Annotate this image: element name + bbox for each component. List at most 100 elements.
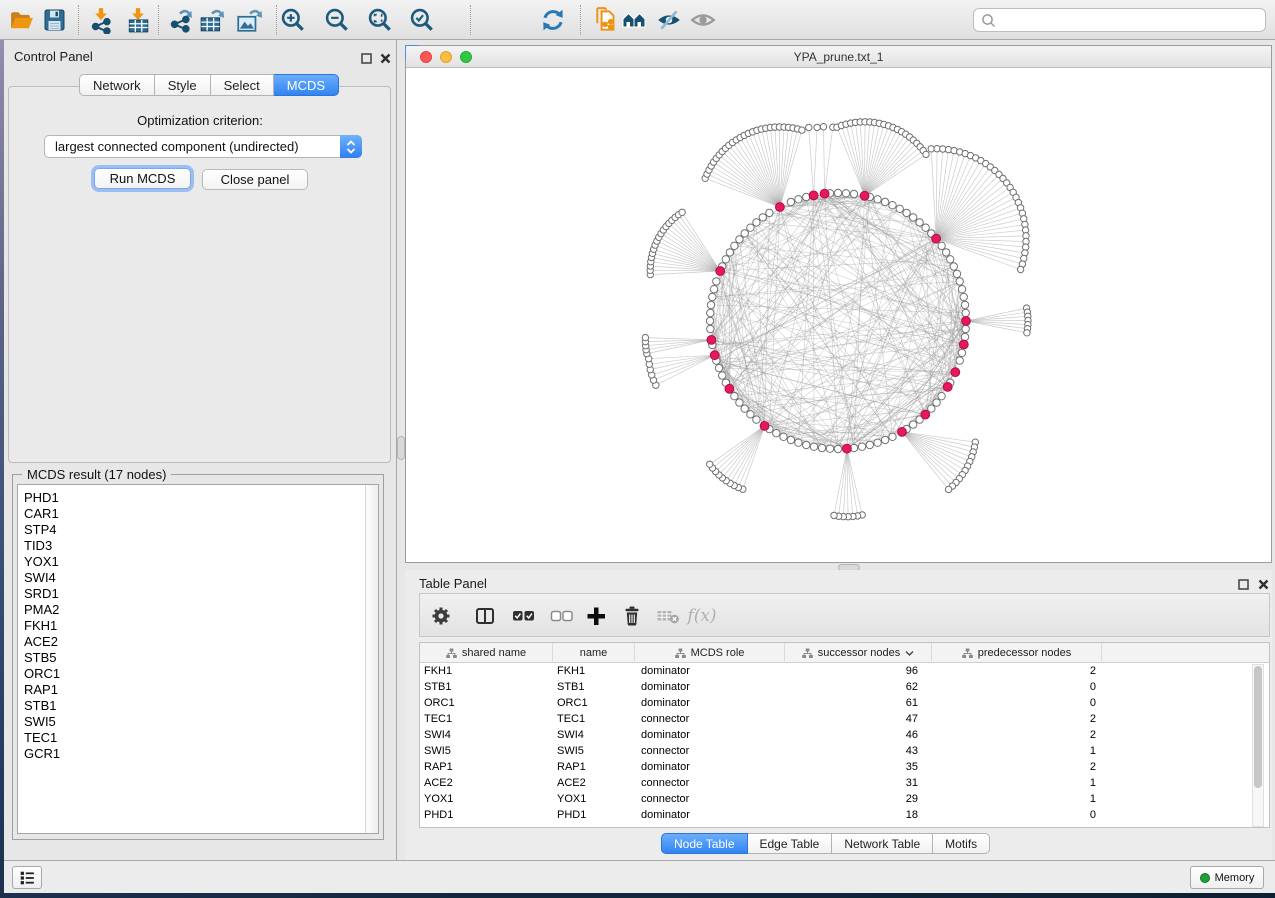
open-session-button[interactable] xyxy=(4,4,38,36)
import-network-button[interactable] xyxy=(84,4,118,36)
mcds-node-item[interactable]: TEC1 xyxy=(24,730,378,746)
create-column-button[interactable] xyxy=(583,604,609,628)
mcds-list-scrollbar[interactable] xyxy=(365,485,378,833)
tab-edge-table[interactable]: Edge Table xyxy=(748,833,833,854)
column-header-successor-nodes[interactable]: successor nodes xyxy=(785,643,932,663)
first-neighbors-button[interactable] xyxy=(619,4,653,36)
zoom-selected-button[interactable] xyxy=(405,4,439,36)
mcds-node-item[interactable]: STB1 xyxy=(24,698,378,714)
network-window-titlebar[interactable]: YPA_prune.txt_1 xyxy=(406,46,1271,68)
memory-button[interactable]: Memory xyxy=(1190,866,1264,889)
tab-style[interactable]: Style xyxy=(155,74,211,96)
table-row[interactable]: RAP1RAP1dominator352 xyxy=(420,759,1269,775)
tab-mcds[interactable]: MCDS xyxy=(274,74,339,96)
table-row[interactable]: SWI5SWI5connector431 xyxy=(420,743,1269,759)
mcds-hub-node[interactable] xyxy=(932,234,941,243)
table-row[interactable]: SWI4SWI4dominator462 xyxy=(420,727,1269,743)
cell-successor-nodes: 35 xyxy=(785,759,932,775)
mcds-node-item[interactable]: STP4 xyxy=(24,522,378,538)
mcds-node-item[interactable]: SRD1 xyxy=(24,586,378,602)
tab-network-table[interactable]: Network Table xyxy=(832,833,933,854)
close-table-panel-icon[interactable] xyxy=(1256,577,1270,591)
export-image-button[interactable] xyxy=(232,4,266,36)
mcds-node-item[interactable]: PMA2 xyxy=(24,602,378,618)
mcds-hub-node[interactable] xyxy=(710,351,719,360)
vertical-splitter-handle[interactable] xyxy=(397,436,405,460)
mcds-hub-node[interactable] xyxy=(760,422,769,431)
search-input[interactable] xyxy=(997,11,1265,29)
table-row[interactable]: PHD1PHD1dominator180 xyxy=(420,807,1269,823)
mcds-hub-node[interactable] xyxy=(809,191,818,200)
mcds-node-item[interactable]: TID3 xyxy=(24,538,378,554)
mcds-hub-node[interactable] xyxy=(962,317,971,326)
deselect-all-rows-button[interactable] xyxy=(548,604,574,628)
scrollbar-thumb[interactable] xyxy=(1254,666,1262,788)
mcds-node-item[interactable]: CAR1 xyxy=(24,506,378,522)
mcds-hub-node[interactable] xyxy=(716,267,725,276)
zoom-fit-button[interactable] xyxy=(363,4,397,36)
mcds-hub-node[interactable] xyxy=(776,203,785,212)
mcds-node-item[interactable]: ORC1 xyxy=(24,666,378,682)
mcds-hub-node[interactable] xyxy=(860,191,869,200)
criterion-dropdown[interactable]: largest connected component (undirected) xyxy=(44,135,362,158)
float-table-panel-icon[interactable] xyxy=(1236,577,1250,591)
hide-selected-button[interactable] xyxy=(652,4,686,36)
zoom-in-button[interactable] xyxy=(276,4,310,36)
table-row[interactable]: ACE2ACE2connector311 xyxy=(420,775,1269,791)
mcds-hub-node[interactable] xyxy=(943,383,952,392)
export-table-button[interactable] xyxy=(195,4,229,36)
mcds-hub-node[interactable] xyxy=(959,340,968,349)
select-all-rows-button[interactable] xyxy=(510,604,536,628)
apply-layout-button[interactable] xyxy=(536,4,570,36)
export-network-button[interactable] xyxy=(164,4,198,36)
save-session-button[interactable] xyxy=(37,4,71,36)
mcds-result-list[interactable]: PHD1CAR1STP4TID3YOX1SWI4SRD1PMA2FKH1ACE2… xyxy=(17,484,379,834)
import-table-button[interactable] xyxy=(121,4,155,36)
mcds-node-item[interactable]: SWI4 xyxy=(24,570,378,586)
mcds-hub-node[interactable] xyxy=(921,410,930,419)
close-panel-button[interactable]: Close panel xyxy=(202,169,308,190)
mcds-hub-node[interactable] xyxy=(898,428,907,437)
show-task-history-button[interactable] xyxy=(12,866,42,889)
mcds-node-item[interactable]: SWI5 xyxy=(24,714,378,730)
mcds-node-item[interactable]: FKH1 xyxy=(24,618,378,634)
mcds-hub-node[interactable] xyxy=(843,444,852,453)
table-row[interactable]: FKH1FKH1dominator962 xyxy=(420,663,1269,679)
table-row[interactable]: TEC1TEC1connector472 xyxy=(420,711,1269,727)
table-vertical-scrollbar[interactable] xyxy=(1252,664,1264,827)
column-header-MCDS-role[interactable]: MCDS role xyxy=(635,643,785,663)
tab-node-table[interactable]: Node Table xyxy=(661,833,748,854)
mcds-node-item[interactable]: STB5 xyxy=(24,650,378,666)
run-mcds-button[interactable]: Run MCDS xyxy=(94,168,191,189)
zoom-out-button[interactable] xyxy=(320,4,354,36)
table-settings-button[interactable] xyxy=(428,604,454,628)
mcds-hub-node[interactable] xyxy=(707,336,716,345)
export-image-icon xyxy=(235,6,263,34)
mcds-node-item[interactable]: PHD1 xyxy=(24,490,378,506)
delete-column-button[interactable] xyxy=(619,604,645,628)
table-row[interactable]: YOX1YOX1connector291 xyxy=(420,791,1269,807)
function-builder-button[interactable]: f(x) xyxy=(689,604,715,628)
mcds-node-item[interactable]: RAP1 xyxy=(24,682,378,698)
float-panel-icon[interactable] xyxy=(359,51,373,65)
mcds-node-item[interactable]: GCR1 xyxy=(24,746,378,762)
column-header-predecessor-nodes[interactable]: predecessor nodes xyxy=(932,643,1102,663)
mcds-hub-node[interactable] xyxy=(725,384,734,393)
close-panel-icon[interactable] xyxy=(378,51,392,65)
search-field[interactable] xyxy=(973,8,1266,32)
show-all-button[interactable] xyxy=(686,4,720,36)
mcds-hub-node[interactable] xyxy=(820,189,829,198)
table-row[interactable]: STB1STB1dominator620 xyxy=(420,679,1269,695)
mcds-hub-node[interactable] xyxy=(951,368,960,377)
delete-table-button[interactable] xyxy=(655,604,681,628)
tab-network[interactable]: Network xyxy=(79,74,155,96)
table-row[interactable]: ORC1ORC1dominator610 xyxy=(420,695,1269,711)
mcds-node-item[interactable]: YOX1 xyxy=(24,554,378,570)
network-graph[interactable] xyxy=(406,68,1271,562)
column-header-name[interactable]: name xyxy=(553,643,635,663)
show-column-panel-button[interactable] xyxy=(472,604,498,628)
mcds-node-item[interactable]: ACE2 xyxy=(24,634,378,650)
column-header-shared-name[interactable]: shared name xyxy=(420,643,553,663)
tab-select[interactable]: Select xyxy=(211,74,274,96)
tab-motifs[interactable]: Motifs xyxy=(933,833,990,854)
